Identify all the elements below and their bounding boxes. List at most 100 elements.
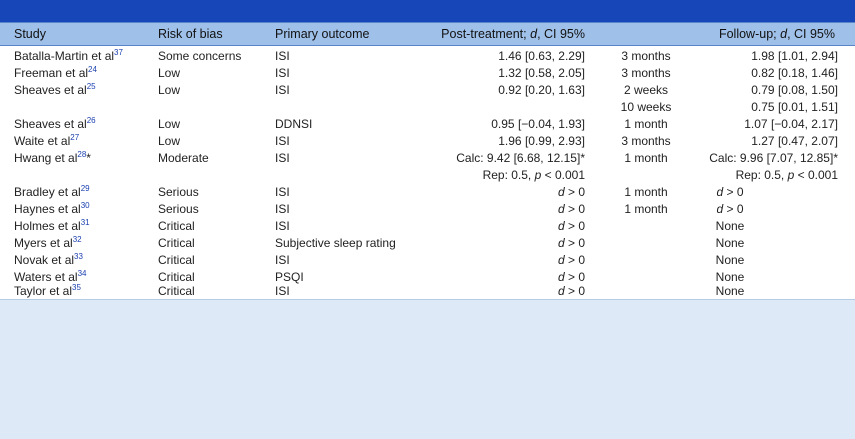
effect-text: > 0 <box>564 253 585 267</box>
effect-text: > 0 <box>564 219 585 233</box>
post-treatment-cell: d > 0 <box>380 185 585 200</box>
study-name: Waters et al <box>14 270 78 284</box>
post-treatment-reported-cell: Rep: 0.5, p < 0.001 <box>380 168 585 183</box>
follow-up-value-cell: None <box>715 236 745 250</box>
table-header-row: Study Risk of bias Primary outcome Post-… <box>0 22 855 46</box>
follow-up-value-cell: d > 0 <box>690 202 770 217</box>
post-treatment-cell: 1.32 [0.58, 2.05] <box>498 66 585 80</box>
effect-text: > 0 <box>564 284 585 298</box>
reference-link[interactable]: 26 <box>87 116 96 125</box>
study-name: Sheaves et al <box>14 117 87 131</box>
post-treatment-cell: d > 0 <box>380 284 585 299</box>
outcome-cell: ISI <box>275 134 290 148</box>
follow-up-reported-cell: Rep: 0.5, p < 0.001 <box>690 168 838 183</box>
study-name: Freeman et al <box>14 66 89 80</box>
risk-cell: Moderate <box>158 151 209 165</box>
post-treatment-cell: d > 0 <box>380 253 585 268</box>
post-treatment-cell: 0.95 [−0.04, 1.93] <box>491 117 585 131</box>
reference-link[interactable]: 33 <box>74 252 83 261</box>
reference-link[interactable]: 28 <box>77 150 86 159</box>
study-name: Myers et al <box>14 236 73 250</box>
study-name: Bradley et al <box>14 185 81 199</box>
reference-link[interactable]: 31 <box>81 218 90 227</box>
follow-up-value-cell: 1.98 [1.01, 2.94] <box>751 49 838 63</box>
study-name: Taylor et al <box>14 284 73 298</box>
risk-cell: Low <box>158 134 181 148</box>
study-name: Sheaves et al <box>14 83 87 97</box>
follow-up-value-cell: 0.75 [0.01, 1.51] <box>751 100 838 114</box>
header-primary-outcome: Primary outcome <box>275 27 370 41</box>
follow-up-time-cell: 3 months <box>621 134 671 148</box>
study-name: Batalla-Martin et al <box>14 49 115 63</box>
post-treatment-cell: Calc: 9.42 [6.68, 12.15]* <box>456 151 585 165</box>
header-post-text: Post-treatment; <box>441 27 531 41</box>
study-cell: Taylor et al35 <box>14 284 81 299</box>
risk-cell: Low <box>158 66 181 80</box>
table-footer-area <box>0 299 855 439</box>
d-symbol: d <box>557 284 565 298</box>
reference-link[interactable]: 24 <box>88 65 97 74</box>
d-symbol: d <box>557 236 565 250</box>
follow-up-time-cell: 10 weeks <box>620 100 672 114</box>
study-name: Haynes et al <box>14 202 81 216</box>
outcome-cell: ISI <box>275 253 290 267</box>
reference-link[interactable]: 35 <box>72 283 81 292</box>
asterisk-note: * <box>86 151 91 165</box>
header-risk-of-bias: Risk of bias <box>158 27 223 41</box>
follow-up-value-cell: 1.27 [0.47, 2.07] <box>751 134 838 148</box>
follow-up-time-cell: 1 month <box>624 185 668 199</box>
effect-text: > 0 <box>723 202 744 216</box>
reported-text: Rep: 0.5, <box>735 168 788 182</box>
follow-up-time-cell: 1 month <box>624 117 668 131</box>
reference-link[interactable]: 30 <box>81 201 90 210</box>
follow-up-value-cell: None <box>715 219 745 233</box>
d-symbol: d <box>557 253 565 267</box>
outcome-cell: ISI <box>275 151 290 165</box>
d-symbol: d <box>557 202 565 216</box>
follow-up-time-cell: 1 month <box>624 151 668 165</box>
risk-cell: Low <box>158 83 181 97</box>
d-symbol: d <box>557 185 565 199</box>
follow-up-value-cell: 0.79 [0.08, 1.50] <box>751 83 838 97</box>
post-treatment-cell: d > 0 <box>380 270 585 285</box>
reference-link[interactable]: 34 <box>78 269 87 278</box>
risk-cell: Serious <box>158 202 199 216</box>
reference-link[interactable]: 25 <box>87 82 96 91</box>
reference-link[interactable]: 37 <box>114 48 123 57</box>
header-post-treatment: Post-treatment; d, CI 95% <box>380 27 585 42</box>
header-post-ci: , CI 95% <box>537 27 585 41</box>
reference-link[interactable]: 32 <box>73 235 82 244</box>
table-body: Batalla-Martin et al37 Some concerns ISI… <box>0 46 855 299</box>
reference-link[interactable]: 29 <box>81 184 90 193</box>
outcome-cell: ISI <box>275 219 290 233</box>
header-fu-ci: , CI 95% <box>787 27 835 41</box>
follow-up-time-cell: 3 months <box>621 49 671 63</box>
risk-cell: Low <box>158 117 181 131</box>
reference-link[interactable]: 27 <box>70 133 79 142</box>
d-symbol: d <box>557 219 565 233</box>
study-name: Waite et al <box>14 134 71 148</box>
follow-up-value-cell: Calc: 9.96 [7.07, 12.85]* <box>709 151 838 165</box>
post-treatment-cell: 1.46 [0.63, 2.29] <box>498 49 585 63</box>
follow-up-value-cell: 1.07 [−0.04, 2.17] <box>744 117 838 131</box>
header-fu-text: Follow-up; <box>718 27 781 41</box>
risk-cell: Critical <box>158 253 195 267</box>
risk-cell: Some concerns <box>158 49 242 63</box>
outcome-cell: PSQI <box>275 270 304 284</box>
study-cell: Waite et al27 <box>14 134 79 149</box>
risk-cell: Critical <box>158 219 195 233</box>
study-cell: Bradley et al29 <box>14 185 90 200</box>
reported-text: Rep: 0.5, <box>482 168 535 182</box>
d-symbol: d <box>557 270 565 284</box>
follow-up-value-cell: None <box>715 284 745 298</box>
study-cell: Freeman et al24 <box>14 66 97 81</box>
follow-up-time-cell: 2 weeks <box>623 83 669 97</box>
effect-text: > 0 <box>564 236 585 250</box>
p-value: < 0.001 <box>541 168 585 182</box>
study-cell: Batalla-Martin et al37 <box>14 49 123 64</box>
header-study: Study <box>14 27 46 41</box>
effect-text: > 0 <box>723 185 744 199</box>
follow-up-value-cell: None <box>715 253 745 267</box>
post-treatment-cell: 1.96 [0.99, 2.93] <box>498 134 585 148</box>
study-cell: Sheaves et al25 <box>14 83 96 98</box>
